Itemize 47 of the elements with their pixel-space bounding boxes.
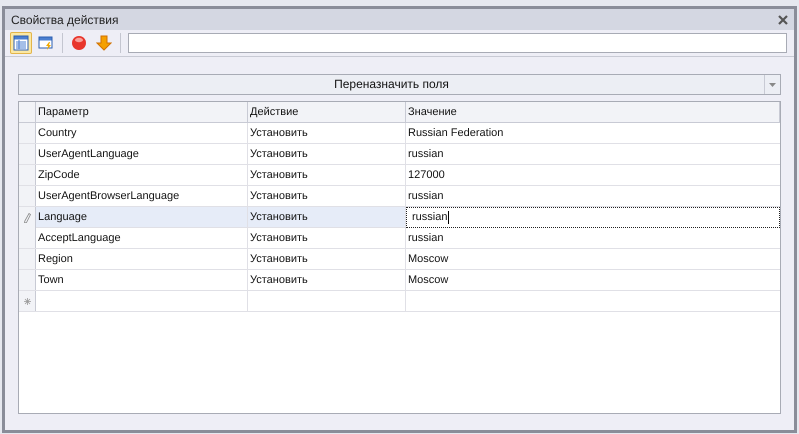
- row-selector[interactable]: [19, 207, 36, 228]
- toolbar-button[interactable]: [10, 32, 32, 54]
- row-selector[interactable]: [19, 249, 36, 269]
- pencil-icon: [24, 212, 30, 222]
- table-cell-text: Moscow: [407, 273, 450, 288]
- table-cell-text: russian: [407, 231, 444, 246]
- mode-dropdown[interactable]: Переназначить поля: [18, 74, 781, 95]
- table-cell: Установить: [248, 144, 406, 164]
- column-header[interactable]: Действие: [248, 102, 406, 122]
- cell-editor[interactable]: russian: [406, 207, 780, 228]
- row-selector[interactable]: [19, 186, 36, 206]
- table-cell: ZipCode: [36, 165, 248, 185]
- table-cell: Region: [36, 249, 248, 269]
- table-cell: UserAgentLanguage: [36, 144, 248, 164]
- column-header[interactable]: Параметр: [36, 102, 248, 122]
- stop-icon: [71, 35, 87, 51]
- down-arrow-icon: [96, 35, 112, 51]
- table-cell: Установить: [248, 249, 406, 269]
- table-cell: Установить: [248, 228, 406, 248]
- table-cell-text: 127000: [407, 168, 446, 183]
- table-cell: Country: [36, 123, 248, 143]
- table-cell: Town: [36, 270, 248, 290]
- table-cell: Установить: [248, 123, 406, 143]
- column-header[interactable]: Значение: [406, 102, 780, 122]
- text-field[interactable]: [128, 33, 787, 53]
- row-selector[interactable]: [19, 228, 36, 248]
- table-cell: Установить: [248, 186, 406, 206]
- table-cell: Language: [36, 207, 248, 228]
- table-cell-text: Russian Federation: [407, 126, 504, 141]
- row-selector[interactable]: [19, 270, 36, 290]
- table-cell: UserAgentBrowserLanguage: [36, 186, 248, 206]
- close-icon[interactable]: [778, 14, 788, 24]
- table-cell: AcceptLanguage: [36, 228, 248, 248]
- table-cell-text: russian: [407, 189, 444, 204]
- window-lightning-icon: [38, 35, 54, 51]
- table-cell-text: russian: [407, 147, 444, 162]
- row-selector[interactable]: [19, 291, 36, 311]
- table-cell: Установить: [248, 165, 406, 185]
- table-cell: Установить: [248, 270, 406, 290]
- table-cell-text: Moscow: [407, 252, 450, 267]
- window-title: Свойства действия: [11, 12, 118, 28]
- row-selector[interactable]: [19, 123, 36, 143]
- row-selector[interactable]: [19, 144, 36, 164]
- table-icon: [13, 35, 29, 51]
- new-row-icon: [24, 298, 30, 304]
- row-selector[interactable]: [19, 165, 36, 185]
- dropdown-arrow-icon: [769, 82, 776, 86]
